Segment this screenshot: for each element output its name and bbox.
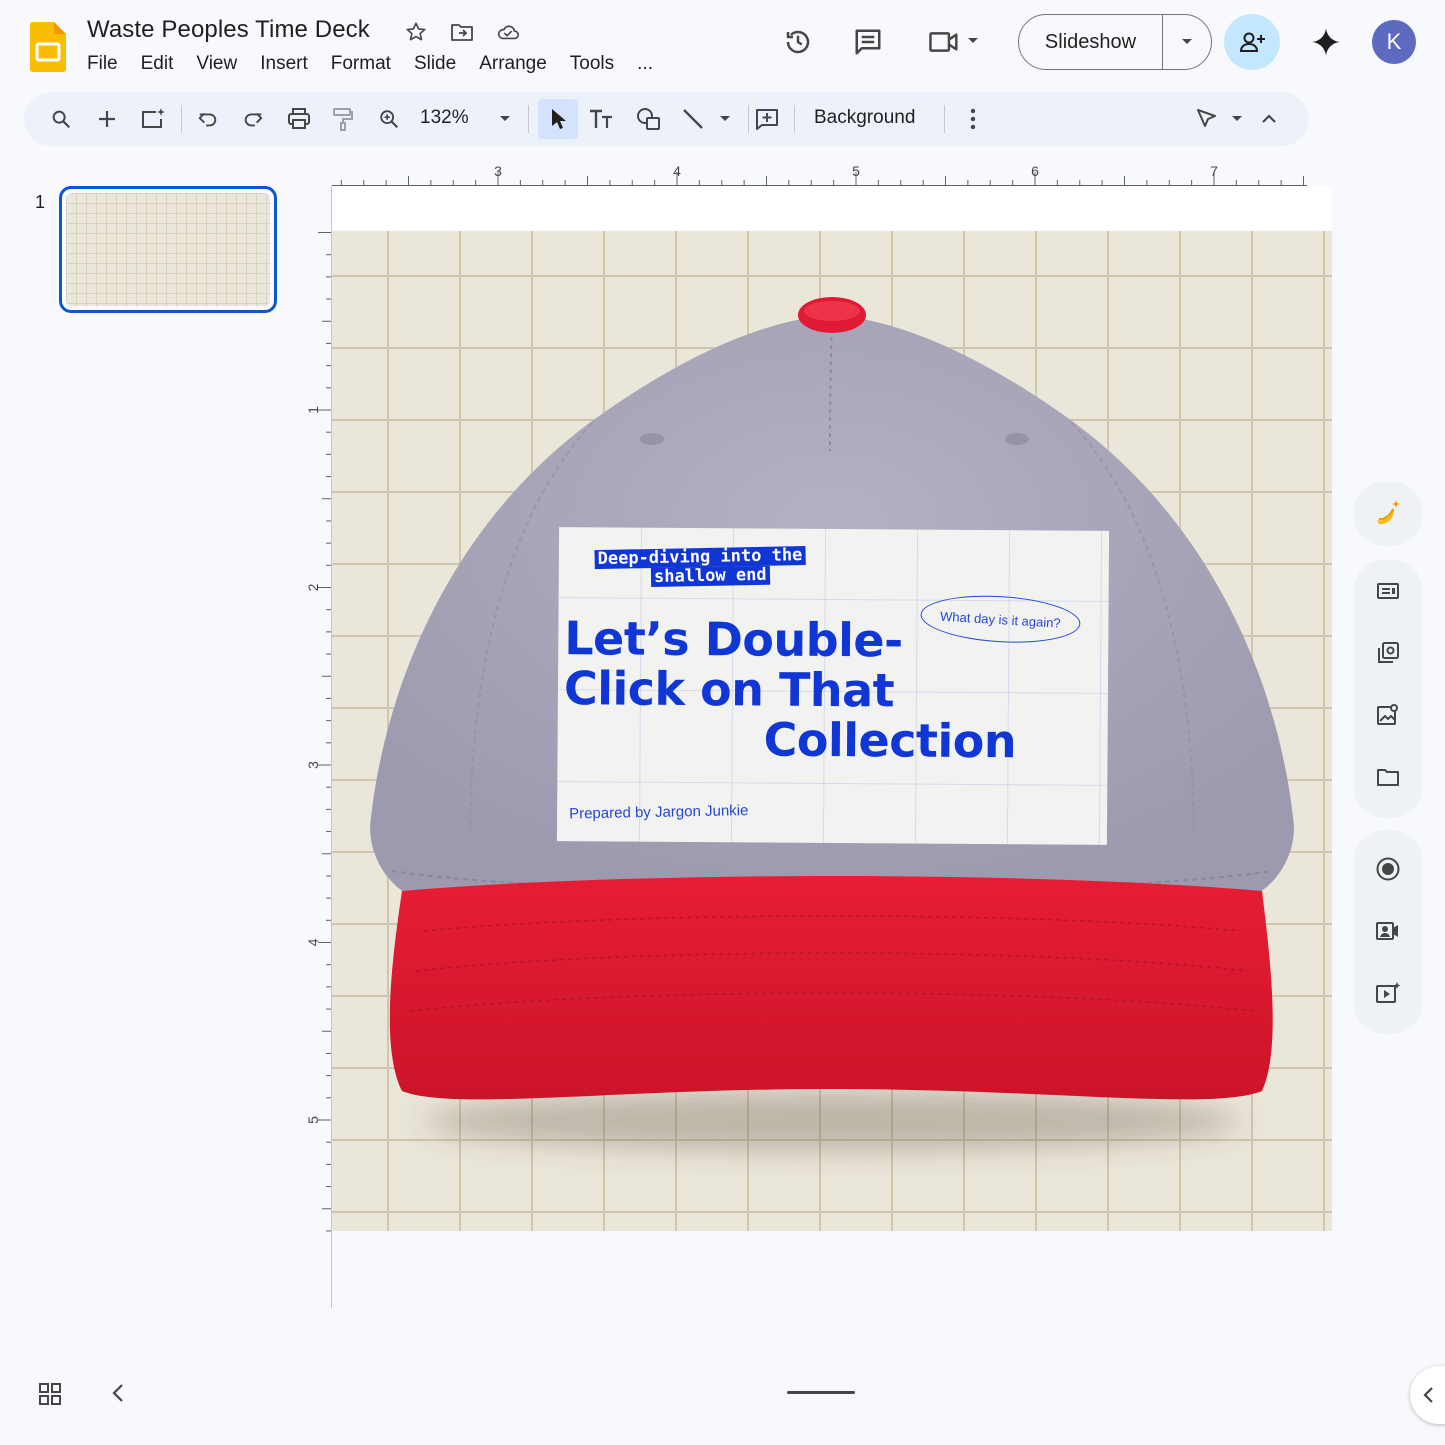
line-dropdown-icon[interactable] xyxy=(708,102,742,136)
menu-more[interactable]: ... xyxy=(637,51,653,77)
tagline: Deep-diving into the shallow end xyxy=(594,545,806,588)
menu-format[interactable]: Format xyxy=(331,51,391,77)
ruler-label: 5 xyxy=(852,163,860,179)
ruler-label: 4 xyxy=(673,163,681,179)
slides-logo[interactable] xyxy=(30,22,66,72)
slide-canvas[interactable]: Deep-diving into the shallow end What da… xyxy=(332,231,1332,1231)
ruler-label: 1 xyxy=(306,406,321,414)
expand-side-panel-button[interactable] xyxy=(1410,1366,1445,1424)
new-slide-plus-icon[interactable] xyxy=(90,102,124,136)
side-panel-tools xyxy=(1354,560,1422,818)
record-icon[interactable] xyxy=(1354,838,1422,900)
collapse-filmstrip-chevron-icon[interactable] xyxy=(106,1380,132,1406)
gemini-spark-icon[interactable] xyxy=(1306,22,1346,62)
zoom-dropdown-icon[interactable] xyxy=(488,102,522,136)
folder-icon[interactable] xyxy=(1354,746,1422,808)
slideshow-label[interactable]: Slideshow xyxy=(1019,15,1163,69)
new-slide-layout-icon[interactable] xyxy=(136,102,170,136)
share-button[interactable] xyxy=(1224,14,1280,70)
speaker-notes-resize-handle[interactable] xyxy=(787,1391,855,1394)
camera-recording-icon[interactable] xyxy=(1354,900,1422,962)
account-avatar[interactable]: K xyxy=(1372,20,1416,64)
menu-view[interactable]: View xyxy=(196,51,237,77)
grid-view-icon[interactable] xyxy=(38,1382,64,1408)
canvas-margin xyxy=(332,186,1332,230)
menu-insert[interactable]: Insert xyxy=(260,51,308,77)
move-to-folder-icon[interactable] xyxy=(450,20,474,44)
pen-tool-icon[interactable] xyxy=(1190,102,1224,136)
chevron-left-icon xyxy=(1423,1387,1433,1403)
cap-patch[interactable]: Deep-diving into the shallow end What da… xyxy=(556,527,1110,845)
slide-thumbnail-preview xyxy=(66,193,270,306)
headline-line1: Let’s Double- xyxy=(564,611,903,668)
slide-thumbnail[interactable] xyxy=(59,186,277,313)
collapse-toolbar-chevron-icon[interactable] xyxy=(1252,102,1286,136)
star-icon[interactable] xyxy=(404,20,428,44)
tagline-line2: shallow end xyxy=(650,565,770,588)
ruler-label: 3 xyxy=(306,761,321,769)
vertical-ruler[interactable]: 1 2 3 4 5 xyxy=(306,230,332,1232)
search-menus-icon[interactable] xyxy=(44,102,78,136)
video-sparkle-icon[interactable] xyxy=(1354,962,1422,1024)
print-icon[interactable] xyxy=(282,102,316,136)
ruler-label: 3 xyxy=(494,163,502,179)
cloud-saved-icon[interactable] xyxy=(496,20,520,44)
line-icon[interactable] xyxy=(676,102,710,136)
horizontal-ruler[interactable]: 3 4 5 6 7 xyxy=(332,160,1307,186)
content-library-icon[interactable] xyxy=(1354,622,1422,684)
side-panel-record xyxy=(1354,830,1422,1034)
headline: Let’s Double- Click on That Collection xyxy=(563,611,1017,769)
menu-edit[interactable]: Edit xyxy=(141,51,174,77)
comments-icon[interactable] xyxy=(848,22,888,62)
menu-file[interactable]: File xyxy=(87,51,118,77)
more-options-icon[interactable] xyxy=(956,102,990,136)
background-button[interactable]: Background xyxy=(814,107,915,129)
meet-dropdown-icon[interactable] xyxy=(966,33,980,51)
toolbar: 132% Background xyxy=(24,92,1309,146)
slide-number: 1 xyxy=(35,192,46,212)
undo-icon[interactable] xyxy=(191,102,225,136)
menu-bar: File Edit View Insert Format Slide Arran… xyxy=(87,51,676,77)
pen-dropdown-icon[interactable] xyxy=(1220,102,1254,136)
paint-format-icon[interactable] xyxy=(326,102,360,136)
speaker-notes-icon[interactable] xyxy=(1354,560,1422,622)
zoom-value[interactable]: 132% xyxy=(420,107,469,129)
menu-slide[interactable]: Slide xyxy=(414,51,456,77)
document-title[interactable]: Waste Peoples Time Deck xyxy=(87,16,370,44)
meet-camera-icon[interactable] xyxy=(924,22,964,62)
slideshow-button[interactable]: Slideshow xyxy=(1018,14,1212,70)
menu-tools[interactable]: Tools xyxy=(570,51,614,77)
redo-icon[interactable] xyxy=(236,102,270,136)
shape-icon[interactable] xyxy=(632,102,666,136)
banana-sparkle-icon[interactable] xyxy=(1354,482,1422,544)
ruler-label: 7 xyxy=(1210,163,1218,179)
insert-comment-icon[interactable] xyxy=(750,102,784,136)
slideshow-dropdown-icon[interactable] xyxy=(1163,37,1211,47)
text-box-icon[interactable] xyxy=(584,102,618,136)
side-panel-top xyxy=(1354,482,1422,546)
version-history-icon[interactable] xyxy=(778,22,818,62)
zoom-icon[interactable] xyxy=(372,102,406,136)
headline-line2: Click on That xyxy=(563,661,895,718)
menu-arrange[interactable]: Arrange xyxy=(479,51,547,77)
ruler-label: 4 xyxy=(306,938,321,946)
ruler-label: 5 xyxy=(306,1116,321,1124)
select-pointer-icon[interactable] xyxy=(538,99,578,139)
ruler-label: 6 xyxy=(1031,163,1039,179)
image-search-icon[interactable] xyxy=(1354,684,1422,746)
ruler-label: 2 xyxy=(306,583,321,591)
headline-line3: Collection xyxy=(763,712,1017,769)
byline: Prepared by Jargon Junkie xyxy=(568,802,749,823)
add-person-icon xyxy=(1239,32,1265,52)
